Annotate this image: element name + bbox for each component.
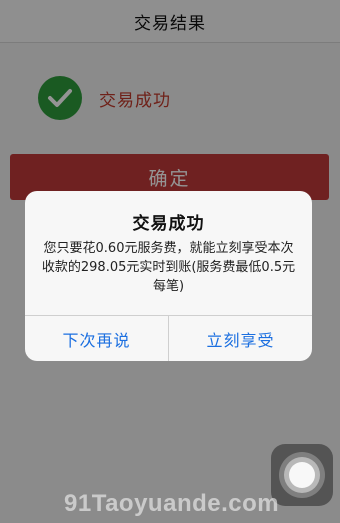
watermark: 91Taoyuande.com: [64, 490, 280, 517]
enjoy-now-button[interactable]: 立刻享受: [169, 316, 312, 361]
assistive-touch-icon: [279, 452, 325, 498]
alert-message: 您只要花0.60元服务费，就能立刻享受本次收款的298.05元实时到账(服务费最…: [41, 241, 296, 294]
alert-dialog: 交易成功 您只要花0.60元服务费，就能立刻享受本次收款的298.05元实时到账…: [25, 191, 312, 361]
alert-title: 交易成功: [132, 214, 205, 234]
later-button[interactable]: 下次再说: [25, 316, 168, 361]
assistive-touch-button[interactable]: [271, 444, 333, 506]
